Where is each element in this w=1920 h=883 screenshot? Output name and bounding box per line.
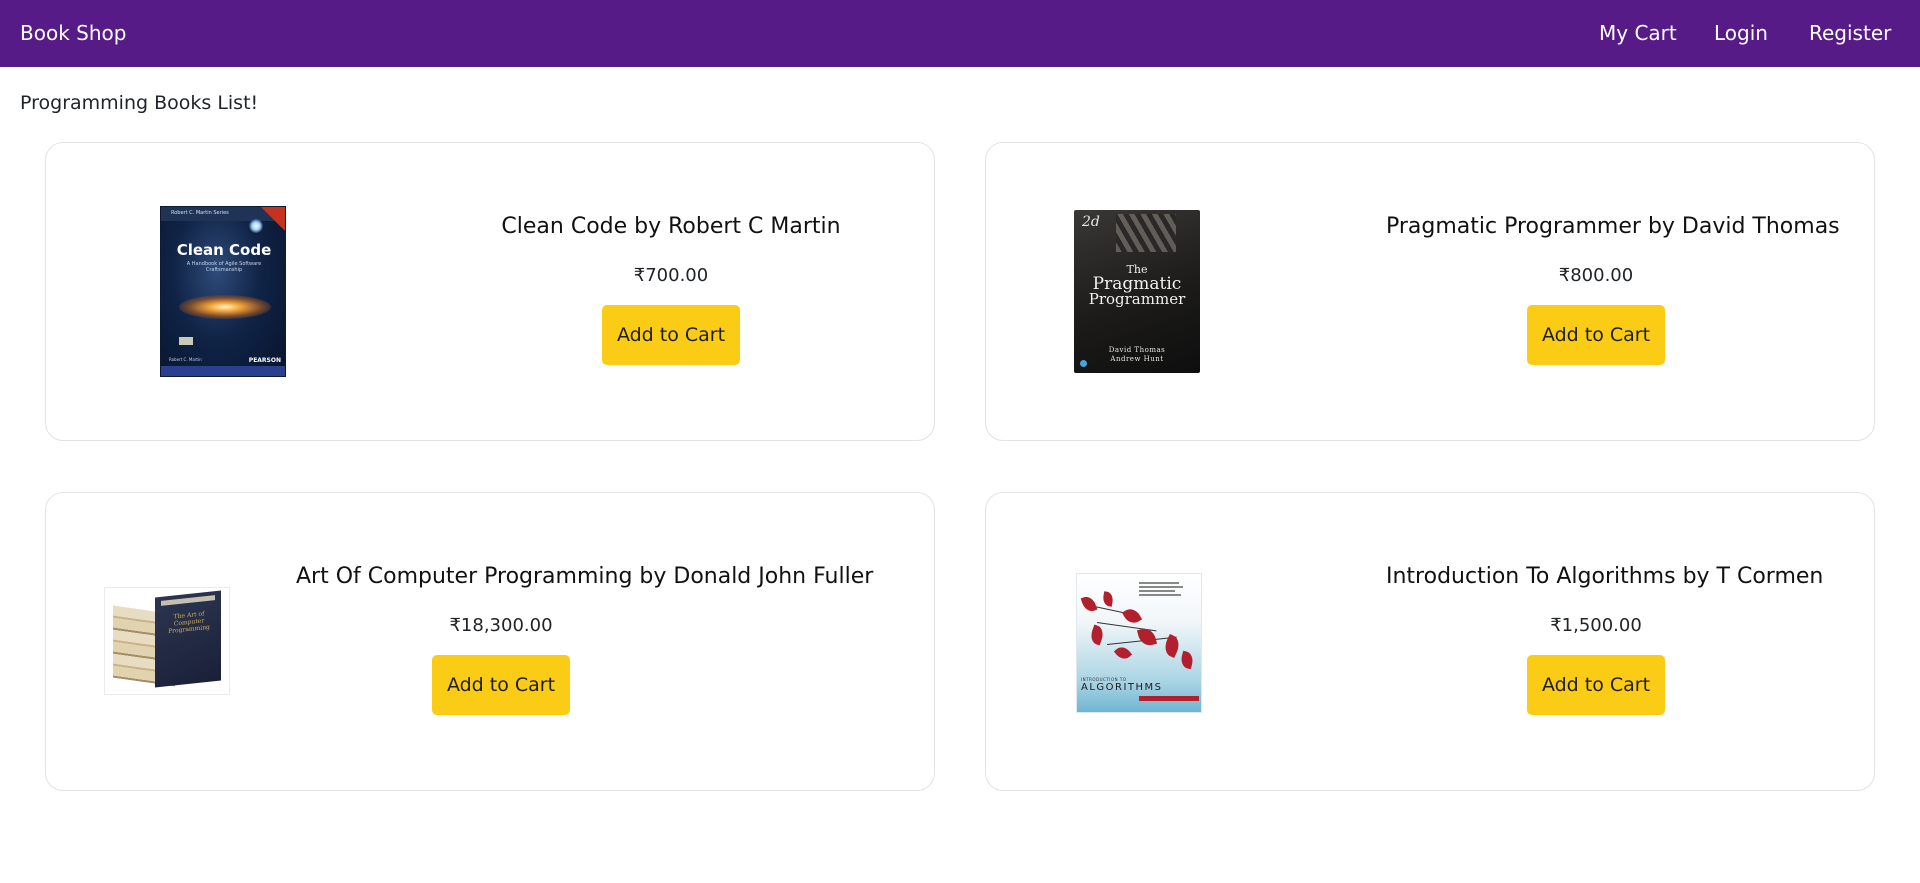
- cover-series-text: Robert C. Martin Series: [171, 210, 229, 216]
- book-title: Clean Code by Robert C Martin: [501, 214, 841, 239]
- cover-star-glow: [249, 219, 263, 233]
- cover-authors: [1139, 580, 1195, 598]
- book-price: ₹1,500.00: [1550, 615, 1642, 636]
- cover-author-2: Andrew Hunt: [1110, 355, 1164, 363]
- cover-title-main: ALGORITHMS: [1081, 682, 1163, 693]
- mobile-leaf: [1179, 650, 1195, 670]
- cover-edition-band: [1139, 696, 1199, 701]
- book-info: Clean Code by Robert C Martin ₹700.00 Ad…: [466, 212, 876, 365]
- page-heading: Programming Books List!: [20, 92, 259, 114]
- brand-link[interactable]: Book Shop: [20, 20, 126, 46]
- book-info: Pragmatic Programmer by David Thomas ₹80…: [1386, 212, 1840, 365]
- publisher-logo-icon: [1080, 360, 1087, 367]
- add-to-cart-button[interactable]: Add to Cart: [431, 655, 571, 715]
- add-to-cart-button[interactable]: Add to Cart: [601, 305, 741, 365]
- book-title: Introduction To Algorithms by T Cormen: [1386, 564, 1824, 589]
- cover-title: The Pragmatic Programmer: [1074, 262, 1200, 307]
- cover-box-label: [161, 595, 215, 606]
- book-price: ₹800.00: [1558, 265, 1634, 286]
- cover-box-set: The Art of Computer Programming: [155, 590, 221, 688]
- mobile-leaf: [1088, 624, 1106, 646]
- cover-authors: David Thomas Andrew Hunt: [1074, 346, 1200, 364]
- book-cover-image[interactable]: INTRODUCTION TO ALGORITHMS: [1076, 573, 1202, 713]
- book-card: INTRODUCTION TO ALGORITHMS Introduction …: [985, 492, 1875, 791]
- cover-corner-ribbon: [261, 207, 285, 231]
- top-navbar: Book Shop My Cart Login Register: [0, 0, 1920, 67]
- book-info: Introduction To Algorithms by T Cormen ₹…: [1386, 562, 1824, 715]
- cover-galaxy-art: [179, 295, 271, 319]
- cover-author-1: David Thomas: [1108, 346, 1166, 354]
- mobile-leaf: [1121, 605, 1143, 627]
- mobile-leaf: [1113, 643, 1133, 663]
- cover-footer-band: [161, 366, 285, 376]
- book-price: ₹18,300.00: [449, 615, 553, 636]
- cover-badge: [179, 337, 193, 345]
- book-card: Robert C. Martin Series Clean Code A Han…: [45, 142, 935, 441]
- book-card: 2d The Pragmatic Programmer David Thomas…: [985, 142, 1875, 441]
- cover-tools-art: [1116, 214, 1176, 252]
- book-info: Art Of Computer Programming by Donald Jo…: [296, 562, 874, 715]
- book-price: ₹700.00: [633, 265, 709, 286]
- book-cover-image[interactable]: 2d The Pragmatic Programmer David Thomas…: [1074, 210, 1200, 373]
- book-title: Art Of Computer Programming by Donald Jo…: [296, 564, 874, 589]
- cover-title-word2: Programmer: [1088, 290, 1186, 308]
- add-to-cart-button[interactable]: Add to Cart: [1526, 305, 1666, 365]
- cover-author-text: Robert C. Martin: [169, 357, 202, 362]
- cover-box-title: The Art of Computer Programming: [168, 610, 210, 636]
- book-title: Pragmatic Programmer by David Thomas: [1386, 214, 1840, 239]
- book-card: The Art of Computer Programming Art Of C…: [45, 492, 935, 791]
- cover-subtitle-text: A Handbook of Agile Software Craftsmansh…: [186, 261, 262, 273]
- add-to-cart-button[interactable]: Add to Cart: [1526, 655, 1666, 715]
- nav-my-cart[interactable]: My Cart: [1599, 20, 1677, 46]
- book-cover-image[interactable]: The Art of Computer Programming: [104, 587, 230, 695]
- book-cover-image[interactable]: Robert C. Martin Series Clean Code A Han…: [160, 206, 286, 377]
- nav-login[interactable]: Login: [1714, 20, 1768, 46]
- cover-publisher-text: PEARSON: [248, 357, 281, 364]
- nav-register[interactable]: Register: [1809, 20, 1891, 46]
- cover-title-text: Clean Code: [176, 241, 272, 259]
- mobile-leaf: [1080, 594, 1098, 614]
- mobile-leaf: [1101, 591, 1115, 607]
- cover-edition-text: 2d: [1082, 214, 1100, 230]
